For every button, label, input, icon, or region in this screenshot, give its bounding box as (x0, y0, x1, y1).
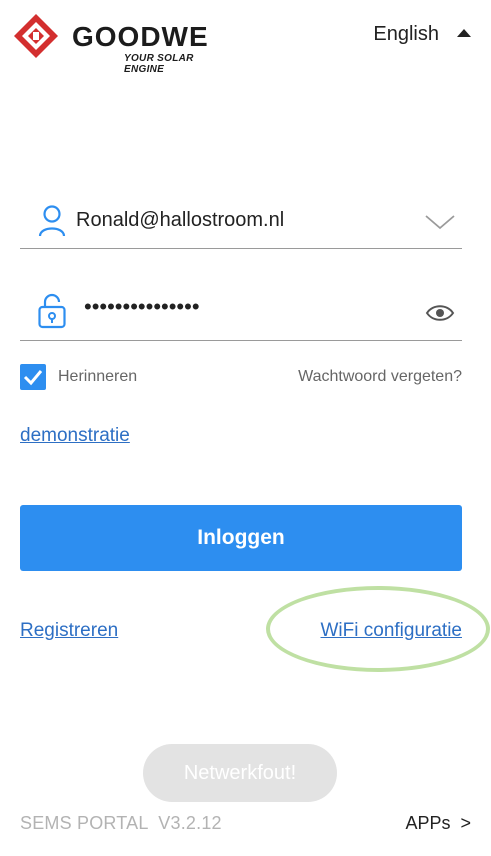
apps-link[interactable]: APPs > (405, 813, 471, 834)
password-field[interactable]: ••••••••••••••• (20, 288, 462, 341)
language-selector[interactable]: English (373, 20, 471, 48)
password-value: ••••••••••••••• (84, 294, 200, 319)
user-icon (38, 205, 66, 237)
caret-up-icon (457, 29, 471, 37)
demo-link[interactable]: demonstratie (20, 425, 130, 447)
username-value: Ronald@hallostroom.nl (76, 209, 285, 231)
eye-icon[interactable] (424, 300, 456, 326)
brand-name: GOODWE (72, 21, 209, 52)
remember-checkbox[interactable] (20, 364, 46, 390)
goodwe-logo: GOODWE YOUR SOLAR ENGINE (12, 12, 232, 75)
brand-tagline: YOUR SOLAR ENGINE (124, 53, 194, 75)
language-label: English (373, 22, 439, 45)
goodwe-diamond-logo-icon (14, 14, 58, 58)
remember-label: Herinneren (58, 368, 138, 385)
register-link[interactable]: Registreren (20, 620, 118, 642)
version-label: SEMS PORTAL V3.2.12 (20, 813, 222, 833)
chevron-down-icon[interactable] (424, 208, 456, 234)
forgot-password-link[interactable]: Wachtwoord vergeten? (298, 368, 462, 386)
network-error-toast: Netwerkfout! (143, 744, 337, 802)
lock-icon (38, 293, 66, 329)
checkmark-icon (23, 370, 43, 386)
login-button[interactable]: Inloggen (20, 505, 462, 571)
highlight-circle (266, 586, 490, 672)
username-field[interactable]: Ronald@hallostroom.nl (20, 196, 462, 249)
